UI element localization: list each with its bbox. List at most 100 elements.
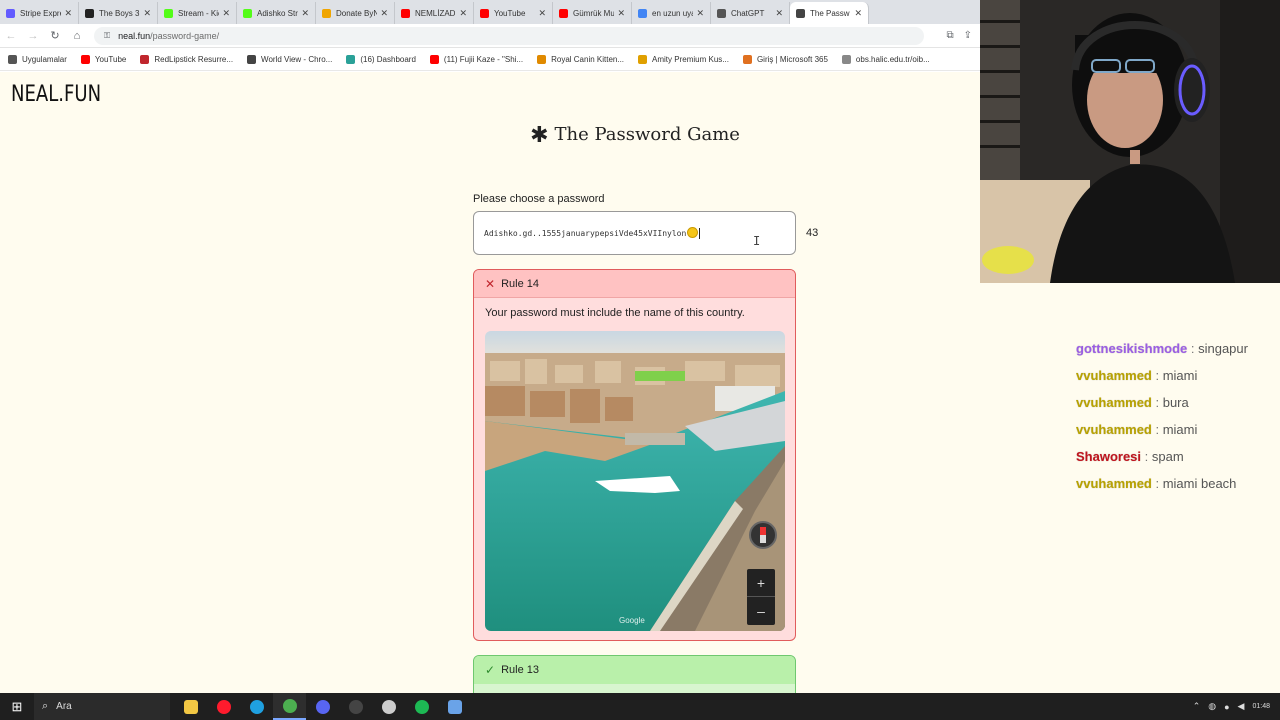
- bookmark-favicon-icon: [140, 55, 150, 64]
- webcam-video: [980, 0, 1280, 283]
- zoom-out-button[interactable]: –: [747, 597, 775, 625]
- browser-tab[interactable]: ChatGPT ✕: [711, 2, 790, 24]
- bookmark-item[interactable]: RedLipstick Resurre...: [140, 55, 233, 64]
- browser-tab[interactable]: NEMLİZADE ✕: [395, 2, 474, 24]
- obs-studio-icon[interactable]: [339, 693, 372, 720]
- tab-label: Adishko Strea: [257, 8, 298, 18]
- edge-browser-icon[interactable]: [240, 693, 273, 720]
- back-arrow-icon[interactable]: ←: [0, 30, 22, 42]
- browser-tab[interactable]: Donate ByNo✕: [316, 2, 395, 24]
- tab-label: Stripe Express: [20, 8, 61, 18]
- bookmark-item[interactable]: Amity Premium Kus...: [638, 55, 729, 64]
- tab-close-icon[interactable]: ✕: [854, 8, 862, 19]
- street-view-image[interactable]: + – Google: [485, 331, 785, 631]
- network-icon[interactable]: ◍: [1208, 701, 1216, 712]
- address-bar-row: ← → ↻ ⌂ ⚿ neal.fun/password-game/ ⧉ ⇪: [0, 24, 980, 48]
- tab-label: The Passw: [810, 8, 850, 18]
- chat-message: Shaworesi : spam: [1076, 449, 1280, 476]
- bookmark-item[interactable]: YouTube: [80, 55, 127, 64]
- rule-header: ✓ Rule 13: [474, 656, 795, 684]
- street-view-scene: [485, 331, 785, 631]
- bookmark-item[interactable]: Uygulamalar: [8, 55, 67, 64]
- home-icon[interactable]: ⌂: [66, 30, 88, 42]
- google-watermark: Google: [619, 616, 645, 625]
- zoom-controls: + –: [747, 569, 775, 625]
- chat-message: vvuhammed : miami: [1076, 422, 1280, 449]
- chat-message: gottnesikishmode : singapur: [1076, 341, 1280, 368]
- tab-close-icon[interactable]: ✕: [301, 8, 309, 19]
- password-input[interactable]: Adishko.gd..1555januarypepsiVde45xVIInyl…: [473, 211, 796, 255]
- browser-tab[interactable]: Gümrük Muh✕: [553, 2, 632, 24]
- rule-header: ✕ Rule 14: [474, 270, 795, 298]
- bookmark-item[interactable]: World View - Chro...: [247, 55, 332, 64]
- tab-close-icon[interactable]: ✕: [380, 8, 388, 19]
- bookmark-item[interactable]: Royal Canin Kitten...: [537, 55, 624, 64]
- bookmark-favicon-icon: [537, 55, 547, 64]
- tab-close-icon[interactable]: ✕: [222, 8, 230, 19]
- zoom-in-button[interactable]: +: [747, 569, 775, 597]
- opera-browser-icon[interactable]: [207, 693, 240, 720]
- translate-icon[interactable]: ⧉: [946, 30, 953, 41]
- rule-label: Rule 14: [501, 277, 539, 290]
- chat-text: bura: [1162, 395, 1189, 410]
- volume-icon[interactable]: ◀: [1238, 701, 1245, 712]
- bookmark-item[interactable]: (11) Fujii Kaze - "Shi...: [429, 55, 523, 64]
- bookmark-item[interactable]: (16) Dashboard: [346, 55, 416, 64]
- bookmark-label: obs.halic.edu.tr/oib...: [855, 55, 930, 64]
- microphone-icon[interactable]: ●: [1224, 702, 1229, 712]
- tab-close-icon[interactable]: ✕: [538, 8, 546, 19]
- url-host: neal.fun: [118, 30, 151, 41]
- notepad-icon[interactable]: [438, 693, 471, 720]
- reload-icon[interactable]: ↻: [44, 29, 66, 42]
- tab-close-icon[interactable]: ✕: [775, 8, 783, 19]
- windows-start-icon[interactable]: ⊞: [0, 699, 34, 715]
- spotify-icon[interactable]: [405, 693, 438, 720]
- bookmark-favicon-icon: [638, 55, 648, 64]
- chat-separator: :: [1151, 422, 1163, 437]
- chrome-browser-icon[interactable]: [273, 693, 306, 720]
- bookmark-item[interactable]: obs.halic.edu.tr/oib...: [841, 55, 930, 64]
- steam-icon[interactable]: [372, 693, 405, 720]
- tab-favicon-icon: [796, 8, 805, 18]
- clock[interactable]: 01:48: [1252, 702, 1270, 711]
- discord-icon[interactable]: [306, 693, 339, 720]
- bookmark-favicon-icon: [247, 55, 257, 64]
- tab-favicon-icon: [243, 8, 252, 18]
- chat-separator: :: [1151, 476, 1163, 491]
- browser-tab[interactable]: Stream - Kick✕: [158, 2, 237, 24]
- chat-text: miami: [1162, 422, 1198, 437]
- chat-username: vvuhammed: [1076, 476, 1152, 491]
- tab-close-icon[interactable]: ✕: [459, 8, 467, 19]
- tab-close-icon[interactable]: ✕: [143, 8, 151, 19]
- chat-text: miami beach: [1162, 476, 1237, 491]
- compass-icon[interactable]: [749, 521, 777, 549]
- forward-arrow-icon[interactable]: →: [22, 30, 44, 42]
- tab-favicon-icon: [322, 8, 331, 18]
- clock-time: 01:48: [1252, 703, 1270, 710]
- bookmark-item[interactable]: Giriş | Microsoft 365: [742, 55, 828, 64]
- browser-tab[interactable]: The Boys 3.Se✕: [79, 2, 158, 24]
- url-field[interactable]: ⚿ neal.fun/password-game/: [94, 26, 924, 45]
- app-glyph: [315, 699, 330, 714]
- site-info-icon[interactable]: ⚿: [104, 31, 110, 41]
- browser-tab[interactable]: Stripe Express✕: [0, 2, 79, 24]
- browser-tab[interactable]: en uzun uyan✕: [632, 2, 711, 24]
- tab-close-icon[interactable]: ✕: [696, 8, 704, 19]
- chevron-up-icon[interactable]: ⌃: [1193, 701, 1201, 712]
- tab-close-icon[interactable]: ✕: [64, 8, 72, 19]
- check-icon: ✓: [485, 663, 496, 677]
- app-glyph: [249, 699, 264, 714]
- site-logo[interactable]: NEAL.FUN: [11, 82, 101, 107]
- file-explorer-icon[interactable]: [174, 693, 207, 720]
- bookmark-label: YouTube: [94, 55, 127, 64]
- bookmark-favicon-icon: [80, 55, 90, 64]
- tab-close-icon[interactable]: ✕: [617, 8, 625, 19]
- taskbar-search[interactable]: ⌕ Ara: [34, 693, 170, 720]
- tab-label: Donate ByNo: [336, 8, 378, 18]
- browser-tab[interactable]: The Passw ✕: [790, 2, 869, 24]
- chat-separator: :: [1187, 341, 1199, 356]
- page-content: NEAL.FUN ✱ The Password Game Please choos…: [0, 72, 980, 693]
- browser-tab[interactable]: YouTube ✕: [474, 2, 553, 24]
- browser-tab[interactable]: Adishko Strea✕: [237, 2, 316, 24]
- share-icon[interactable]: ⇪: [964, 30, 972, 41]
